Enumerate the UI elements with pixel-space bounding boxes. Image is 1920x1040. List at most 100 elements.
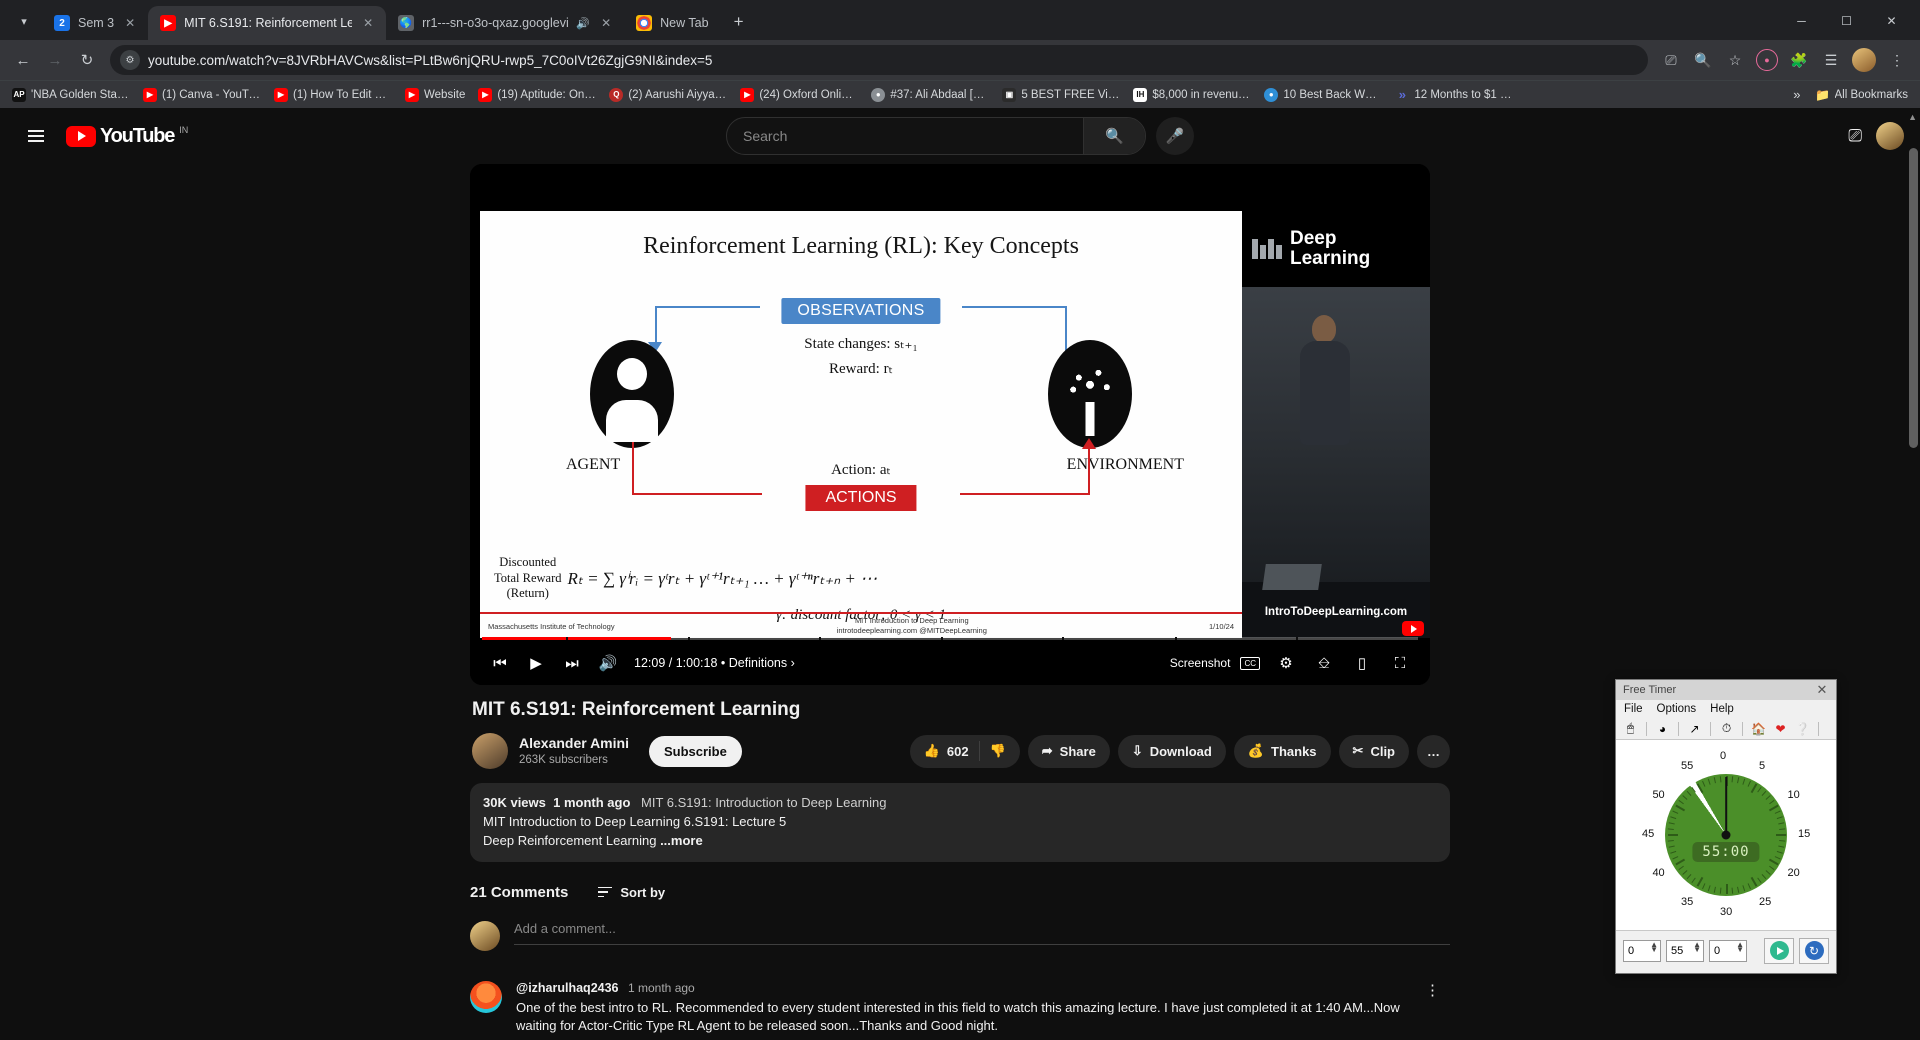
- forward-icon[interactable]: →: [40, 45, 70, 75]
- bookmark-item-3[interactable]: ▶ Website: [399, 85, 471, 105]
- stepper-arrows[interactable]: ▲ ▼: [1736, 940, 1744, 954]
- browser-tab-3[interactable]: New Tab: [624, 6, 718, 40]
- scrollbar-thumb[interactable]: [1909, 148, 1918, 448]
- clip-button[interactable]: ✂ Clip: [1338, 734, 1409, 768]
- like-dislike-group[interactable]: 👍 602 👎: [909, 734, 1020, 768]
- reload-icon[interactable]: ↻: [72, 45, 102, 75]
- browser-tab-1[interactable]: ▶ MIT 6.S191: Reinforcement Lear ✕: [148, 6, 387, 40]
- search-icon[interactable]: 🔍: [1083, 118, 1145, 154]
- video-player[interactable]: Reinforcement Learning (RL): Key Concept…: [470, 164, 1430, 685]
- hours-stepper[interactable]: 0 ▲ ▼: [1623, 939, 1661, 962]
- close-icon[interactable]: ✕: [1812, 682, 1832, 698]
- bookmark-item-7[interactable]: ● #37: Ali Abdaal [Effi...: [865, 85, 995, 105]
- youtube-logo[interactable]: YouTube IN: [66, 125, 188, 148]
- reset-timer-button[interactable]: ↻: [1799, 937, 1829, 964]
- thanks-button[interactable]: 💰 Thanks: [1233, 734, 1331, 768]
- guide-menu-icon[interactable]: [16, 116, 56, 156]
- new-tab-button[interactable]: +: [725, 8, 753, 36]
- add-comment-row[interactable]: Add a comment...: [470, 920, 1450, 951]
- add-timer-icon[interactable]: ⏱: [1718, 720, 1735, 737]
- page-scrollbar[interactable]: ▲: [1906, 108, 1920, 1040]
- help-icon[interactable]: ❔: [1794, 720, 1811, 737]
- bookmark-item-10[interactable]: ● 10 Best Back Worko...: [1258, 85, 1388, 105]
- theater-mode-icon[interactable]: ▯: [1344, 645, 1380, 681]
- stepper-arrows[interactable]: ▲ ▼: [1693, 940, 1701, 954]
- zoom-icon[interactable]: 🔍: [1688, 45, 1718, 75]
- channel-avatar[interactable]: [472, 733, 508, 769]
- voice-search-icon[interactable]: 🎤: [1156, 117, 1194, 155]
- captions-icon[interactable]: CC: [1240, 656, 1260, 670]
- previous-video-icon[interactable]: ⏮: [482, 645, 518, 681]
- bookmarks-overflow-button[interactable]: »: [1785, 87, 1808, 102]
- tab-search-button[interactable]: ▾: [10, 7, 38, 35]
- bookmark-item-6[interactable]: ▶ (24) Oxford Online...: [734, 85, 864, 105]
- cursor-settings-icon[interactable]: 🖱: [1622, 720, 1639, 737]
- contrast-icon[interactable]: ◕: [1654, 720, 1671, 737]
- fullscreen-icon[interactable]: ⛶: [1382, 645, 1418, 681]
- chrome-menu-icon[interactable]: ⋮: [1882, 45, 1912, 75]
- channel-name[interactable]: Alexander Amini: [519, 734, 629, 753]
- thumbs-down-icon[interactable]: 👎: [990, 743, 1006, 759]
- mute-icon[interactable]: 🔊: [576, 17, 590, 30]
- minutes-stepper[interactable]: 55 ▲ ▼: [1666, 939, 1704, 962]
- screenshot-button[interactable]: Screenshot: [1170, 656, 1231, 670]
- subscribe-button[interactable]: Subscribe: [648, 735, 742, 767]
- all-bookmarks-button[interactable]: 📁 All Bookmarks: [1810, 85, 1915, 105]
- bookmark-item-4[interactable]: ▶ (19) Aptitude: One S...: [472, 85, 602, 105]
- search-box[interactable]: 🔍: [726, 117, 1146, 155]
- avatar[interactable]: [470, 980, 502, 1013]
- address-bar[interactable]: ⚙ youtube.com/watch?v=8JVRbHAVCws&list=P…: [110, 45, 1648, 75]
- menu-help[interactable]: Help: [1710, 703, 1734, 715]
- stepper-arrows[interactable]: ▲ ▼: [1650, 940, 1658, 954]
- miniplayer-icon[interactable]: ⎒: [1306, 645, 1342, 681]
- resize-icon[interactable]: ↗: [1686, 720, 1703, 737]
- search-input[interactable]: [727, 118, 1083, 154]
- menu-options[interactable]: Options: [1657, 703, 1697, 715]
- bookmark-item-2[interactable]: ▶ (1) How To Edit Vide...: [268, 85, 398, 105]
- close-icon[interactable]: ✕: [122, 15, 138, 31]
- video-description[interactable]: 30K views 1 month ago MIT 6.S191: Introd…: [470, 783, 1450, 862]
- chevron-right-icon[interactable]: ›: [791, 656, 795, 670]
- chapter-name[interactable]: Definitions: [729, 656, 787, 670]
- bookmark-star-icon[interactable]: ☆: [1720, 45, 1750, 75]
- home-web-icon[interactable]: 🏠: [1750, 720, 1767, 737]
- timer-clock-area[interactable]: 55:00 0 5 10 15 20 25 30 35 40 45 50 55: [1616, 740, 1836, 930]
- reading-list-icon[interactable]: ☰: [1816, 45, 1846, 75]
- volume-icon[interactable]: 🔊: [590, 645, 626, 681]
- close-icon[interactable]: ✕: [598, 15, 614, 31]
- create-video-icon[interactable]: ⎚: [1848, 126, 1862, 146]
- screen-share-icon[interactable]: ⎚: [1656, 45, 1686, 75]
- free-timer-window[interactable]: Free Timer ✕ File Options Help 🖱 ◕ ↗ ⏱ 🏠…: [1615, 679, 1837, 974]
- bookmark-item-11[interactable]: » 12 Months to $1 Mi...: [1389, 85, 1519, 105]
- comment-more-icon[interactable]: ⋮: [1425, 981, 1450, 1040]
- extensions-puzzle-icon[interactable]: 🧩: [1784, 45, 1814, 75]
- seconds-stepper[interactable]: 0 ▲ ▼: [1709, 939, 1747, 962]
- share-button[interactable]: ➦ Share: [1027, 734, 1110, 768]
- bookmark-item-1[interactable]: ▶ (1) Canva - YouTube: [137, 85, 267, 105]
- settings-gear-icon[interactable]: ⚙: [1268, 645, 1304, 681]
- youtube-watermark-icon[interactable]: [1402, 621, 1424, 636]
- browser-tab-2[interactable]: 🌎 rr1---sn-o3o-qxaz.googlevi 🔊 ✕: [386, 6, 624, 40]
- heart-icon[interactable]: ❤: [1772, 720, 1789, 737]
- browser-tab-0[interactable]: 2 Sem 3 ✕: [42, 6, 148, 40]
- bookmark-item-8[interactable]: ▣ 5 BEST FREE Vid...: [996, 85, 1126, 105]
- thumbs-up-icon[interactable]: 👍: [924, 743, 940, 759]
- minimize-button[interactable]: ─: [1779, 6, 1824, 36]
- next-video-icon[interactable]: ⏭: [554, 645, 590, 681]
- close-icon[interactable]: ✕: [360, 15, 376, 31]
- scroll-up-icon[interactable]: ▲: [1908, 112, 1917, 122]
- progress-bar[interactable]: [482, 637, 1418, 640]
- account-avatar[interactable]: [1876, 122, 1904, 150]
- sort-by-button[interactable]: Sort by: [598, 885, 665, 900]
- play-icon[interactable]: ▶: [518, 645, 554, 681]
- back-icon[interactable]: ←: [8, 45, 38, 75]
- site-settings-icon[interactable]: ⚙: [120, 50, 140, 70]
- show-more-button[interactable]: ...more: [660, 833, 703, 848]
- bookmark-item-9[interactable]: IH $8,000 in revenue w...: [1127, 85, 1257, 105]
- comment-input[interactable]: Add a comment...: [514, 921, 1450, 945]
- more-actions-button[interactable]: …: [1417, 734, 1450, 768]
- comment-author[interactable]: @izharulhaq2436: [516, 981, 619, 995]
- download-button[interactable]: ⇩ Download: [1117, 734, 1226, 768]
- start-timer-button[interactable]: [1764, 937, 1794, 964]
- extension-pink-icon[interactable]: ●: [1752, 45, 1782, 75]
